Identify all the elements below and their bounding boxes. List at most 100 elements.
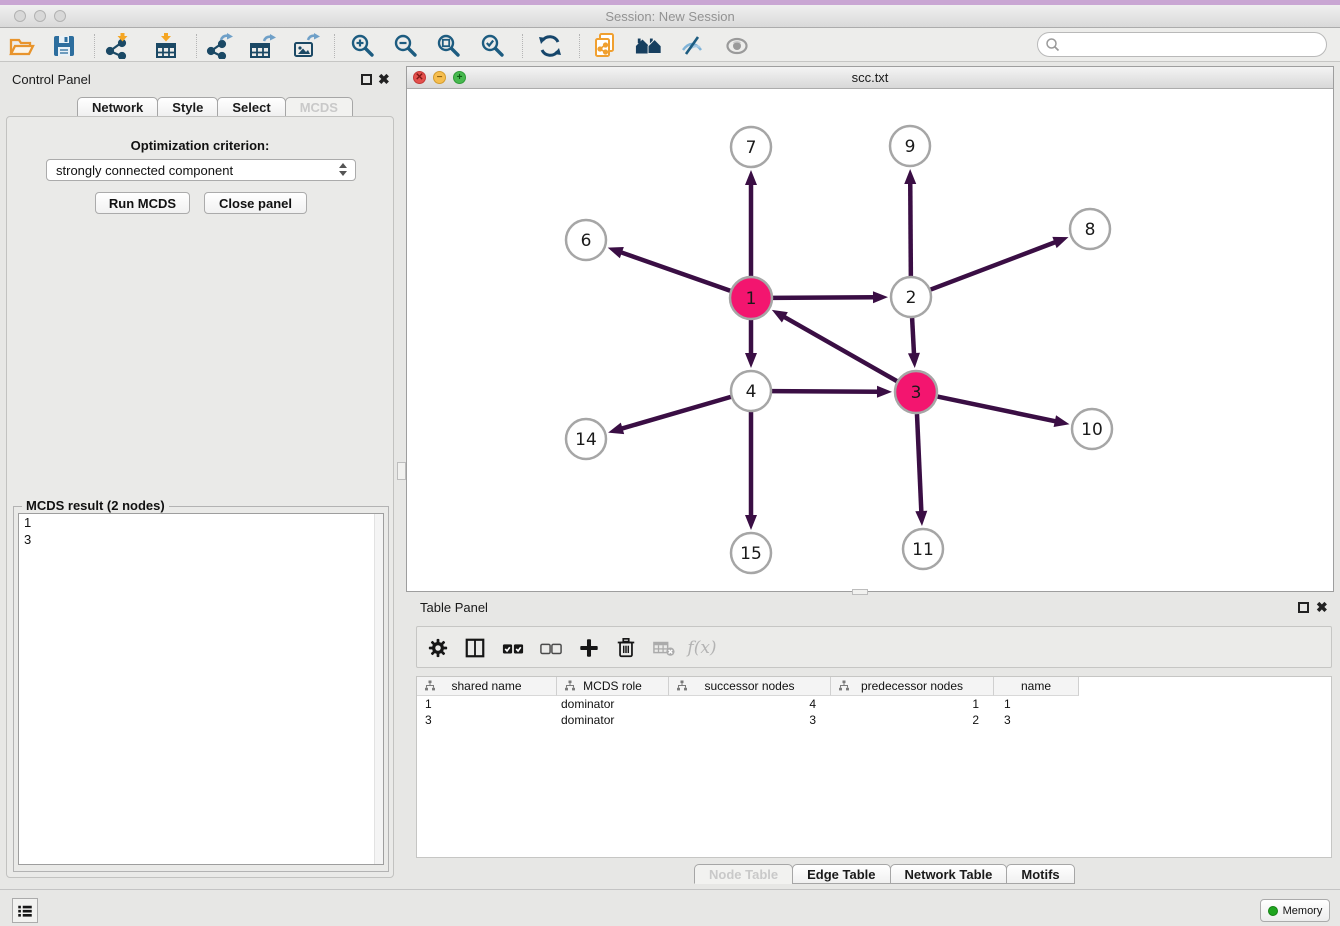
home-icon xyxy=(635,34,663,58)
result-line: 3 xyxy=(19,531,383,548)
import-network-button[interactable] xyxy=(103,33,131,59)
splitter-handle-vertical[interactable] xyxy=(397,462,406,480)
task-history-button[interactable] xyxy=(12,898,38,923)
table-cell[interactable]: dominator xyxy=(557,712,669,728)
hide-panel-button[interactable] xyxy=(678,33,706,59)
deselect-all-icon xyxy=(539,637,563,659)
graph-edge-arrow xyxy=(908,353,920,368)
tab-node-table[interactable]: Node Table xyxy=(694,864,793,884)
export-table-button[interactable] xyxy=(248,33,276,59)
export-image-button[interactable] xyxy=(292,33,320,59)
select-all-button[interactable] xyxy=(499,635,527,661)
column-header-label: predecessor nodes xyxy=(861,679,963,693)
table-cell[interactable]: 1 xyxy=(831,696,994,712)
control-panel-float-icon[interactable] xyxy=(361,74,372,85)
control-panel-close-icon[interactable]: ✖ xyxy=(378,73,390,85)
graph-edge-1-2[interactable] xyxy=(773,297,875,298)
column-header-mcds-role[interactable]: MCDS role xyxy=(557,677,669,696)
deselect-all-button[interactable] xyxy=(537,635,565,661)
run-mcds-button[interactable]: Run MCDS xyxy=(95,192,190,214)
graph-edge-3-11[interactable] xyxy=(917,414,921,513)
column-header-label: successor nodes xyxy=(704,679,794,693)
add-column-button[interactable] xyxy=(575,635,603,661)
open-file-button[interactable] xyxy=(8,33,36,59)
graph-edge-4-3[interactable] xyxy=(772,391,879,392)
selected-option: strongly connected component xyxy=(56,163,233,178)
delete-table-button[interactable] xyxy=(650,635,678,661)
graph-edge-3-1[interactable] xyxy=(783,316,897,381)
graph-edge-arrow xyxy=(745,170,757,185)
refresh-layout-button[interactable] xyxy=(536,33,564,59)
mcds-result-list[interactable]: 13 xyxy=(18,513,384,865)
zoom-out-button[interactable] xyxy=(392,33,420,59)
show-panel-button[interactable] xyxy=(723,33,751,59)
table-panel-float-icon[interactable] xyxy=(1298,602,1309,613)
main-titlebar[interactable]: Session: New Session xyxy=(0,5,1340,28)
search-field[interactable] xyxy=(1037,32,1327,57)
table-cell[interactable]: 1 xyxy=(417,696,557,712)
table-cell[interactable]: 3 xyxy=(994,712,1079,728)
columns-button[interactable] xyxy=(461,635,489,661)
status-bar: Memory xyxy=(0,889,1340,926)
table-cell[interactable]: 4 xyxy=(669,696,831,712)
table-row[interactable]: 3dominator323 xyxy=(417,712,1331,728)
optimization-criterion-select[interactable]: strongly connected component xyxy=(46,159,356,181)
table-cell[interactable]: 3 xyxy=(669,712,831,728)
main-toolbar xyxy=(0,28,1340,62)
show-panel-icon xyxy=(724,34,750,58)
function-builder-icon: f(x) xyxy=(687,638,716,658)
zoom-in-button[interactable] xyxy=(349,33,377,59)
table-row[interactable]: 1dominator411 xyxy=(417,696,1331,712)
toolbar-separator xyxy=(196,34,197,58)
delete-button[interactable] xyxy=(612,635,640,661)
close-panel-button[interactable]: Close panel xyxy=(204,192,307,214)
node-table[interactable]: shared nameMCDS role successor nodes prede… xyxy=(416,676,1332,858)
tab-mcds[interactable]: MCDS xyxy=(285,97,353,117)
export-network-button[interactable] xyxy=(205,33,233,59)
table-cell[interactable]: 2 xyxy=(831,712,994,728)
save-session-button[interactable] xyxy=(50,33,78,59)
tab-select[interactable]: Select xyxy=(217,97,285,117)
tab-network-table[interactable]: Network Table xyxy=(890,864,1008,884)
graph-edge-2-8[interactable] xyxy=(931,242,1057,290)
gear-button[interactable] xyxy=(424,635,452,661)
graph-edge-2-9[interactable] xyxy=(910,182,911,276)
graph-edge-1-6[interactable] xyxy=(620,252,730,291)
mcds-result-title: MCDS result (2 nodes) xyxy=(22,498,169,513)
scrollbar[interactable] xyxy=(374,514,383,864)
graph-node-label: 10 xyxy=(1081,420,1103,440)
hierarchy-icon xyxy=(838,680,850,692)
search-input[interactable] xyxy=(1064,37,1326,52)
network-window-titlebar[interactable]: ✕ − + scc.txt xyxy=(407,67,1333,89)
export-image-icon xyxy=(292,33,320,59)
network-canvas[interactable]: 1234678910111415 xyxy=(407,89,1333,591)
graph-edge-3-10[interactable] xyxy=(938,397,1057,422)
toolbar-separator xyxy=(94,34,95,58)
import-table-button[interactable] xyxy=(152,33,180,59)
table-cell[interactable]: 3 xyxy=(417,712,557,728)
zoom-selected-button[interactable] xyxy=(479,33,507,59)
tab-motifs[interactable]: Motifs xyxy=(1006,864,1074,884)
table-cell[interactable]: 1 xyxy=(994,696,1079,712)
memory-button[interactable]: Memory xyxy=(1260,899,1330,922)
zoom-fit-button[interactable] xyxy=(435,33,463,59)
network-view-window[interactable]: ✕ − + scc.txt 1234678910111415 xyxy=(406,66,1334,592)
control-panel-title: Control Panel xyxy=(12,72,91,87)
tab-network[interactable]: Network xyxy=(77,97,158,117)
tab-style[interactable]: Style xyxy=(157,97,218,117)
column-header-shared-name[interactable]: shared name xyxy=(417,677,557,696)
home-button[interactable] xyxy=(635,33,663,59)
table-panel-close-icon[interactable]: ✖ xyxy=(1316,601,1328,613)
column-header-successor-nodes[interactable]: successor nodes xyxy=(669,677,831,696)
graph-edge-4-14[interactable] xyxy=(621,397,731,429)
function-builder-button[interactable]: f(x) xyxy=(688,635,716,661)
graph-edge-2-3[interactable] xyxy=(912,318,914,355)
column-header-label: name xyxy=(1021,679,1051,693)
column-header-predecessor-nodes[interactable]: predecessor nodes xyxy=(831,677,994,696)
new-network-button[interactable] xyxy=(591,33,619,59)
table-cell[interactable]: dominator xyxy=(557,696,669,712)
column-header-name[interactable]: name xyxy=(994,677,1079,696)
tab-edge-table[interactable]: Edge Table xyxy=(792,864,890,884)
splitter-handle-horizontal[interactable] xyxy=(852,589,868,595)
graph-edge-arrow xyxy=(904,169,916,184)
